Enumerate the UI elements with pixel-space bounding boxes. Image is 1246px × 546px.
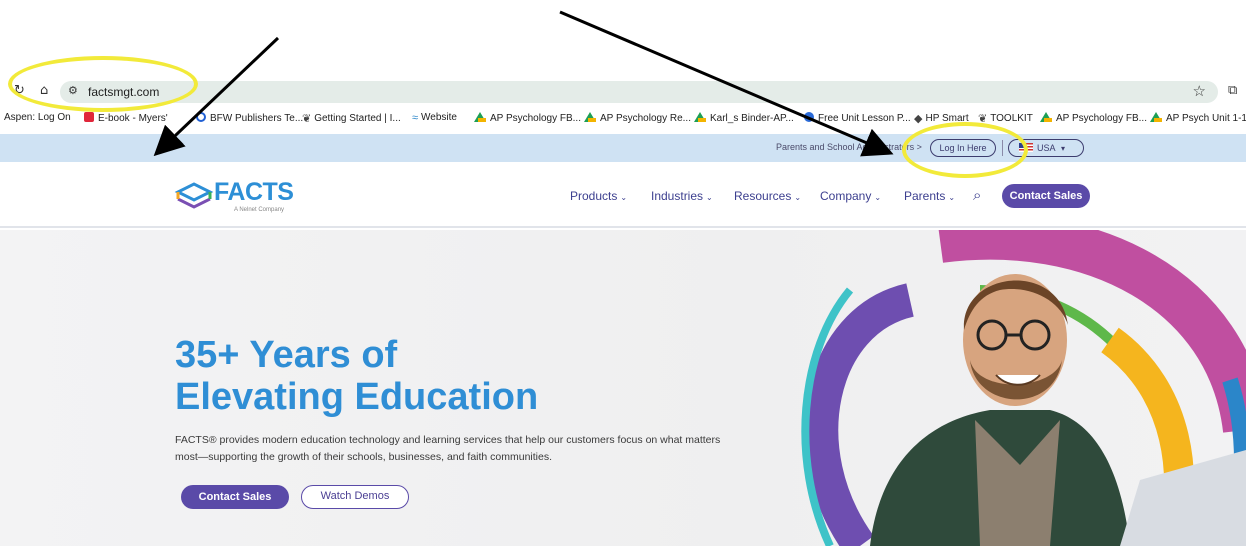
leaf-icon: ❦: [978, 113, 988, 125]
browser-toolbar: ↻ ⌂ ⚙ factsmgt.com ☆ ⧉: [0, 79, 1246, 105]
divider: [1002, 140, 1003, 156]
caret-down-icon: ▾: [1058, 144, 1066, 153]
bookmark-item[interactable]: AP Psychology Re...: [584, 112, 691, 124]
address-bar[interactable]: ⚙ factsmgt.com ☆: [60, 81, 1218, 103]
home-icon[interactable]: ⌂: [40, 83, 48, 98]
chevron-down-icon: ⌄: [620, 193, 628, 202]
bookmark-item[interactable]: ❦ TOOLKIT: [978, 112, 1033, 125]
lesson-icon: [804, 112, 814, 122]
logo-subtitle: A Nelnet Company: [234, 207, 285, 213]
site-info-icon[interactable]: ⚙: [68, 84, 78, 97]
parents-admins-link[interactable]: Parents and School Administrators >: [776, 142, 922, 152]
ebook-icon: [84, 112, 94, 122]
bookmark-item[interactable]: Karl_s Binder-AP...: [694, 112, 794, 124]
bookmark-item[interactable]: AP Psychology FB...: [474, 112, 581, 124]
bookmark-item[interactable]: BFW Publishers Te...: [196, 112, 303, 124]
bookmarks-bar: Aspen: Log On E-book - Myers' BFW Publis…: [0, 108, 1246, 130]
hero-illustration: [801, 230, 1246, 546]
drive-icon: [584, 112, 596, 122]
country-selector[interactable]: USA ▾: [1008, 139, 1084, 157]
main-navigation: FACTS A Nelnet Company Products ⌄ Industr…: [0, 162, 1246, 228]
star-icon[interactable]: ☆: [1193, 82, 1206, 100]
reload-icon[interactable]: ↻: [14, 83, 25, 98]
drive-icon: [474, 112, 486, 122]
bookmark-item[interactable]: Free Unit Lesson P...: [804, 112, 911, 124]
utility-bar: Parents and School Administrators > Log …: [0, 134, 1246, 162]
contact-sales-button[interactable]: Contact Sales: [181, 485, 289, 509]
drive-icon: [694, 112, 706, 122]
bookmark-item[interactable]: ❦ Getting Started | I...: [302, 112, 401, 125]
nav-resources[interactable]: Resources ⌄: [734, 189, 801, 203]
facts-logo[interactable]: FACTS A Nelnet Company: [174, 178, 314, 222]
nav-products[interactable]: Products ⌄: [570, 189, 627, 203]
chevron-down-icon: ⌄: [706, 193, 713, 202]
bookmark-item[interactable]: AP Psych Unit 1-1...: [1150, 112, 1246, 124]
chevron-down-icon: ⌄: [948, 193, 956, 202]
nav-parents[interactable]: Parents ⌄: [904, 189, 955, 203]
bookmark-item[interactable]: ≈ Website: [412, 112, 457, 124]
leaf-icon: ❦: [302, 113, 312, 125]
contact-sales-nav-button[interactable]: Contact Sales: [1002, 184, 1090, 208]
hero-section: 35+ Years of Elevating Education FACTS® …: [0, 230, 1246, 546]
us-flag-icon: [1019, 143, 1033, 152]
bookmark-item[interactable]: Aspen: Log On: [4, 112, 71, 123]
hero-title: 35+ Years of Elevating Education: [175, 334, 539, 418]
bookmark-item[interactable]: AP Psychology FB...: [1040, 112, 1147, 124]
nav-company[interactable]: Company ⌄: [820, 189, 881, 203]
wave-icon: ≈: [412, 112, 419, 124]
search-icon[interactable]: ⌕: [973, 186, 981, 204]
drive-icon: [1150, 112, 1162, 122]
bookmark-item[interactable]: E-book - Myers': [84, 112, 168, 124]
chevron-down-icon: ⌄: [874, 193, 882, 202]
facts-logo-icon: [174, 182, 214, 209]
hp-icon: ◆: [914, 113, 923, 125]
chevron-down-icon: ⌄: [794, 193, 802, 202]
bfw-icon: [196, 112, 206, 122]
nav-industries[interactable]: Industries ⌄: [651, 189, 713, 203]
login-button[interactable]: Log In Here: [930, 139, 996, 157]
hero-description: FACTS® provides modern education technol…: [175, 434, 721, 463]
drive-icon: [1040, 112, 1052, 122]
logo-text: FACTS: [214, 178, 294, 206]
watch-demos-button[interactable]: Watch Demos: [301, 485, 409, 509]
bookmark-item[interactable]: ◆ HP Smart: [914, 112, 969, 125]
url-text[interactable]: factsmgt.com: [88, 85, 159, 99]
extensions-icon[interactable]: ⧉: [1228, 83, 1237, 98]
